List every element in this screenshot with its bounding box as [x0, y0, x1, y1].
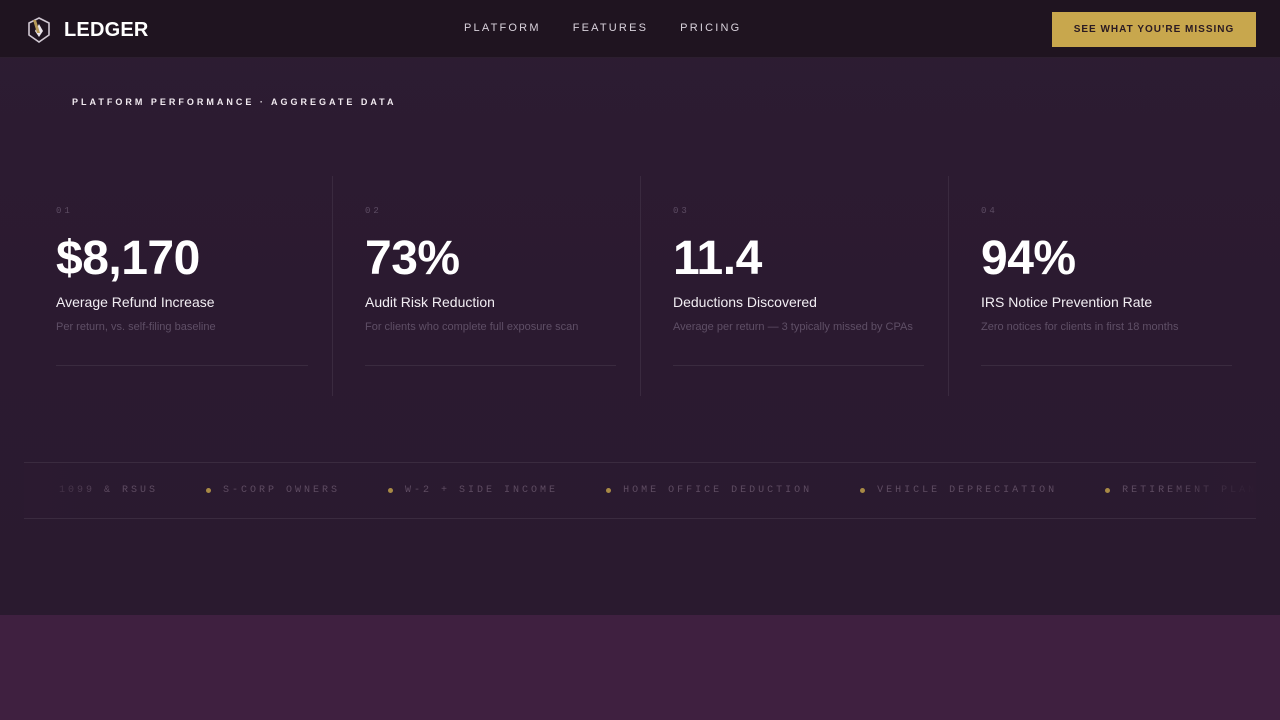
stat-value: 94%	[981, 232, 1076, 285]
shield-pen-icon	[28, 17, 50, 43]
stat-label: Audit Risk Reduction	[365, 294, 495, 310]
ticker-item: S-CORP OWNERS	[223, 485, 341, 496]
stat-note: Zero notices for clients in first 18 mon…	[981, 321, 1179, 333]
section-eyebrow: PLATFORM PERFORMANCE · AGGREGATE DATA	[72, 97, 397, 107]
stat-value: 11.4	[673, 232, 762, 285]
stat-divider	[365, 365, 616, 366]
stat-index: 01	[56, 206, 73, 216]
stat-index: 03	[673, 206, 690, 216]
bullet-dot-icon	[388, 488, 394, 493]
stat-divider	[981, 365, 1232, 366]
stat-divider	[673, 365, 924, 366]
bullet-dot-icon	[606, 488, 612, 493]
brand-name: LEDGER	[64, 18, 149, 41]
stat-label: Deductions Discovered	[673, 294, 817, 310]
stat-note: Per return, vs. self-filing baseline	[56, 321, 216, 333]
nav-link-pricing[interactable]: PRICING	[680, 22, 741, 34]
stat-value: 73%	[365, 232, 460, 285]
stat-card: 01 $8,170 Average Refund Increase Per re…	[24, 176, 332, 396]
ticker-item: W-2 + SIDE INCOME	[405, 485, 559, 496]
bullet-dot-icon	[206, 488, 212, 493]
stat-card: 04 94% IRS Notice Prevention Rate Zero n…	[948, 176, 1256, 396]
brand-logo[interactable]: LEDGER	[26, 16, 149, 44]
audience-ticker: 1099 & RSUS S-CORP OWNERS W-2 + SIDE INC…	[24, 462, 1256, 519]
stat-divider	[56, 365, 308, 366]
stat-label: IRS Notice Prevention Rate	[981, 294, 1153, 310]
top-navigation-bar: LEDGER PLATFORM FEATURES PRICING SEE WHA…	[0, 0, 1280, 58]
ticker-track: 1099 & RSUS S-CORP OWNERS W-2 + SIDE INC…	[59, 485, 1256, 496]
ticker-fade-right	[1166, 463, 1256, 518]
next-section-background	[0, 615, 1280, 720]
stat-value: $8,170	[56, 232, 200, 285]
bullet-dot-icon	[1105, 488, 1111, 493]
see-what-youre-missing-button[interactable]: SEE WHAT YOU'RE MISSING	[1052, 12, 1256, 47]
stat-card: 02 73% Audit Risk Reduction For clients …	[332, 176, 640, 396]
main-nav: PLATFORM FEATURES PRICING	[464, 22, 773, 34]
nav-link-platform[interactable]: PLATFORM	[464, 22, 541, 34]
stat-note: Average per return — 3 typically missed …	[673, 321, 913, 333]
stat-index: 04	[981, 206, 998, 216]
ticker-fade-left	[24, 463, 114, 518]
bullet-dot-icon	[860, 488, 866, 493]
stat-index: 02	[365, 206, 382, 216]
nav-link-features[interactable]: FEATURES	[573, 22, 648, 34]
stat-note: For clients who complete full exposure s…	[365, 321, 579, 333]
stats-grid: 01 $8,170 Average Refund Increase Per re…	[24, 176, 1256, 396]
ticker-item: VEHICLE DEPRECIATION	[877, 485, 1058, 496]
stat-card: 03 11.4 Deductions Discovered Average pe…	[640, 176, 948, 396]
ticker-item: HOME OFFICE DEDUCTION	[623, 485, 813, 496]
stat-label: Average Refund Increase	[56, 294, 215, 310]
